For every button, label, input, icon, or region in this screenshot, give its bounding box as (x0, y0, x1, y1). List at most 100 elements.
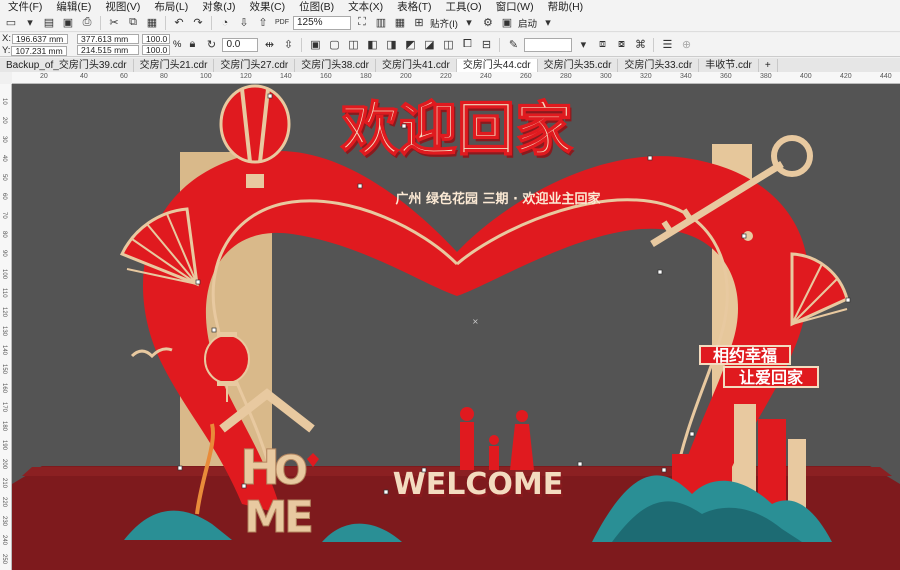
search-content-icon[interactable]: ◔ (217, 16, 233, 30)
outline-width-select[interactable] (524, 37, 573, 52)
dropdown-chevron-icon[interactable]: ▾ (461, 16, 477, 30)
mirror-vertical-icon[interactable]: ⇳ (280, 38, 296, 52)
ungroup-icon[interactable]: ▢ (326, 38, 342, 52)
copy-icon[interactable]: ⧉ (125, 16, 141, 30)
simplify-icon[interactable]: ◩ (402, 38, 418, 52)
redo-icon[interactable]: ↷ (190, 16, 206, 30)
welcome-text: WELCOME (393, 467, 564, 502)
print-icon[interactable]: ⎙ (79, 16, 95, 30)
snap-icon[interactable]: ⊞ (411, 16, 427, 30)
dropdown-chevron-icon[interactable]: ▾ (540, 16, 556, 30)
group-icon[interactable]: ▣ (307, 38, 323, 52)
ruler-tick-label: 260 (520, 73, 532, 80)
document-tab[interactable]: 交房门头44.cdr (456, 59, 538, 72)
undo-icon[interactable]: ↶ (171, 16, 187, 30)
document-tab[interactable]: 交房门头38.cdr (295, 59, 377, 72)
lock-ratio-icon[interactable]: 🔒︎ (184, 38, 200, 52)
ruler-tick-label: 90 (1, 250, 7, 257)
document-tab[interactable]: 交房门头27.cdr (214, 59, 296, 72)
ruler-tick-label: 400 (800, 73, 812, 80)
ruler-tick-label: 220 (1, 497, 7, 508)
menu-item-7[interactable]: 文本(X) (342, 0, 391, 14)
align-icon[interactable]: ⊟ (478, 38, 494, 52)
width-input[interactable]: 377.613 mm (76, 34, 139, 44)
open-folder-icon[interactable]: ▤ (41, 16, 57, 30)
scale-height-input[interactable]: 100.0 (141, 45, 170, 55)
svg-text:O: O (274, 448, 308, 494)
subtitle-text: 广州 绿色花园 三期 · 欢迎业主回家 (395, 191, 601, 207)
to-back-icon[interactable]: ⧇ (613, 38, 629, 52)
mirror-horizontal-icon[interactable]: ⇹ (261, 38, 277, 52)
export-icon[interactable]: ⇧ (255, 16, 271, 30)
drawing-canvas[interactable]: 欢迎回家 欢迎回家 广州 绿色花园 三期 · 欢迎业主回家 相约幸福 让爱回家 … (12, 84, 900, 570)
wrap-text-icon[interactable]: ☰ (659, 38, 675, 52)
weld-icon[interactable]: ◫ (345, 38, 361, 52)
dropdown-chevron-icon[interactable]: ▾ (575, 38, 591, 52)
menu-item-2[interactable]: 视图(V) (99, 0, 148, 14)
new-file-icon[interactable]: ▭ (3, 16, 19, 30)
ruler-tick-label: 40 (1, 155, 7, 162)
document-tab[interactable]: 交房门头41.cdr (376, 59, 457, 72)
to-front-icon[interactable]: ⧈ (594, 38, 610, 52)
ruler-tick-label: 100 (1, 269, 7, 280)
add-icon[interactable]: ⊕ (678, 38, 694, 52)
separator (301, 37, 303, 52)
menu-item-0[interactable]: 文件(F) (2, 0, 50, 14)
rotation-angle-input[interactable]: 0.0 (222, 37, 259, 52)
ruler-tick-label: 10 (1, 98, 7, 105)
menu-item-11[interactable]: 帮助(H) (542, 0, 592, 14)
ruler-tick-label: 120 (1, 307, 7, 318)
back-minus-front-icon[interactable]: ◫ (440, 38, 456, 52)
document-tab[interactable]: 交房门头33.cdr (618, 59, 700, 72)
scale-fields: 100.0 100.0 (141, 34, 170, 55)
menu-item-4[interactable]: 对象(J) (196, 0, 243, 14)
artwork[interactable]: 欢迎回家 欢迎回家 广州 绿色花园 三期 · 欢迎业主回家 相约幸福 让爱回家 … (12, 84, 900, 570)
pdf-icon[interactable]: PDF (274, 16, 290, 30)
import-icon[interactable]: ⇩ (236, 16, 252, 30)
application-launcher-icon[interactable]: ▣ (499, 16, 515, 30)
menu-item-9[interactable]: 工具(O) (440, 0, 490, 14)
menu-item-10[interactable]: 窗口(W) (490, 0, 542, 14)
document-tab[interactable]: 丰收节.cdr (699, 59, 759, 72)
ruler-tick-label: 140 (280, 73, 292, 80)
property-bar: X: 196.637 mm Y: 107.231 mm 377.613 mm 2… (0, 33, 900, 57)
ruler-tick-label: 30 (1, 136, 7, 143)
show-rulers-icon[interactable]: ▥ (373, 16, 389, 30)
document-tab[interactable]: Backup_of_交房门头39.cdr (0, 59, 134, 72)
title-text: 欢迎回家 (340, 95, 573, 163)
new-tab-icon[interactable]: + (759, 59, 778, 72)
menu-item-6[interactable]: 位图(B) (293, 0, 342, 14)
save-icon[interactable]: ▣ (60, 16, 76, 30)
cut-icon[interactable]: ✂ (106, 16, 122, 30)
vertical-ruler[interactable]: 10 20 30 40 50 60 70 80 90 100 110 120 130 140 150 160 1… (0, 84, 12, 570)
create-boundary-icon[interactable]: ⧠ (459, 38, 475, 52)
menu-item-8[interactable]: 表格(T) (391, 0, 439, 14)
options-gear-icon[interactable]: ⚙ (480, 16, 496, 30)
document-tab[interactable]: 交房门头21.cdr (134, 59, 215, 72)
ruler-tick-label: 200 (1, 459, 7, 470)
front-minus-back-icon[interactable]: ◪ (421, 38, 437, 52)
full-screen-icon[interactable]: ⛶ (354, 16, 370, 30)
menu-item-3[interactable]: 布局(L) (148, 0, 196, 14)
convert-to-curves-icon[interactable]: ⌘ (632, 38, 648, 52)
horizontal-ruler[interactable]: 20 40 60 80 100 120 140 160 180 200 220 240 260 280 30… (12, 72, 900, 84)
center-marker: × (472, 317, 479, 326)
menu-item-5[interactable]: 效果(C) (244, 0, 294, 14)
outline-pen-icon[interactable]: ✎ (505, 38, 521, 52)
rotate-icon[interactable]: ↻ (203, 38, 219, 52)
ruler-tick-label: 220 (440, 73, 452, 80)
menu-item-1[interactable]: 编辑(E) (50, 0, 99, 14)
zoom-select[interactable]: 125% (293, 15, 351, 30)
y-position-input[interactable]: 107.231 mm (11, 45, 68, 56)
paste-icon[interactable]: ▦ (144, 16, 160, 30)
trim-icon[interactable]: ◧ (364, 38, 380, 52)
show-grid-icon[interactable]: ▦ (392, 16, 408, 30)
height-input[interactable]: 214.515 mm (76, 45, 139, 55)
x-position-input[interactable]: 196.637 mm (11, 33, 68, 44)
launch-menu[interactable]: 启动 (518, 16, 537, 30)
document-tab[interactable]: 交房门头35.cdr (538, 59, 619, 72)
scale-width-input[interactable]: 100.0 (141, 34, 170, 44)
intersect-icon[interactable]: ◨ (383, 38, 399, 52)
dropdown-chevron-icon[interactable]: ▾ (22, 16, 38, 30)
snap-to-menu[interactable]: 贴齐(I) (430, 16, 458, 30)
